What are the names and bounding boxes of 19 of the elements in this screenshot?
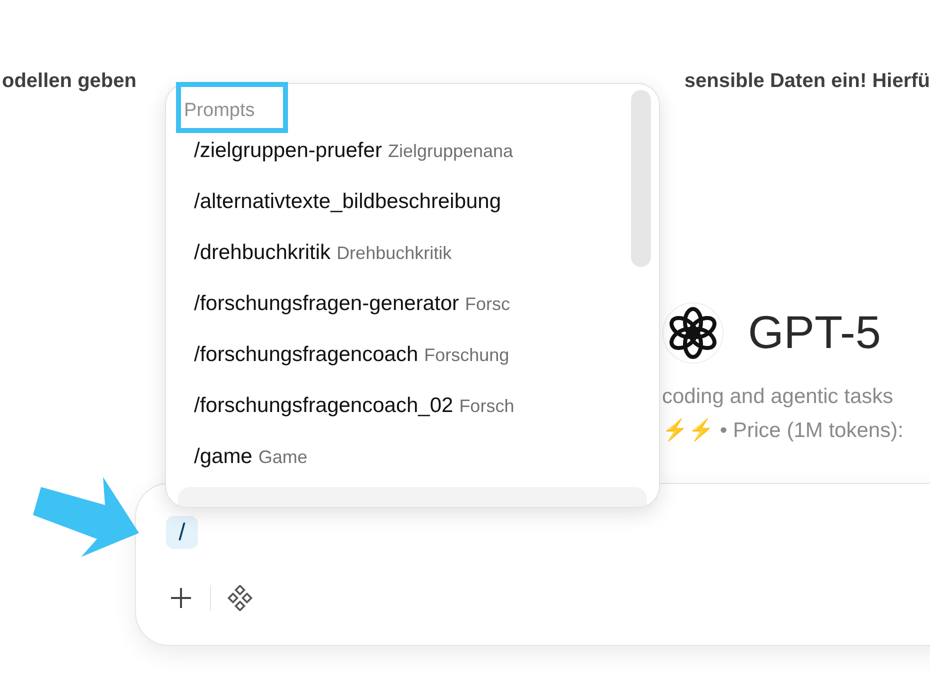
- model-title: GPT-5: [748, 305, 881, 360]
- prompt-item[interactable]: /game Game: [194, 432, 659, 482]
- prompt-item[interactable]: /drehbuchkritik Drehbuchkritik: [194, 228, 659, 278]
- model-description: coding and agentic tasks: [662, 384, 894, 410]
- prompt-item[interactable]: /alternativtexte_bildbeschreibung: [194, 176, 659, 228]
- message-input[interactable]: /: [166, 516, 198, 549]
- prompt-item[interactable]: /forschungsfragencoach_02 Forsch: [194, 380, 659, 432]
- prompt-item[interactable]: /zielgruppen-pruefer Zielgruppenana: [194, 126, 659, 176]
- notice-text: sensible Daten ein! Hierfü: [684, 69, 930, 94]
- prompt-item[interactable]: /forschungsfragencoach Forschung: [194, 330, 659, 380]
- diamonds-icon: [227, 585, 253, 611]
- scrollbar-thumb[interactable]: [631, 90, 651, 267]
- plus-icon: [170, 587, 192, 609]
- menu-heading: Prompts: [183, 99, 256, 123]
- arrow-icon: [33, 477, 139, 557]
- notice-text: odellen geben: [2, 69, 136, 94]
- model-meta: ⚡⚡ • Price (1M tokens):: [662, 417, 904, 444]
- tools-button[interactable]: [225, 583, 255, 613]
- prompt-item[interactable]: /forschungsfragen-generator Forsc: [194, 278, 659, 330]
